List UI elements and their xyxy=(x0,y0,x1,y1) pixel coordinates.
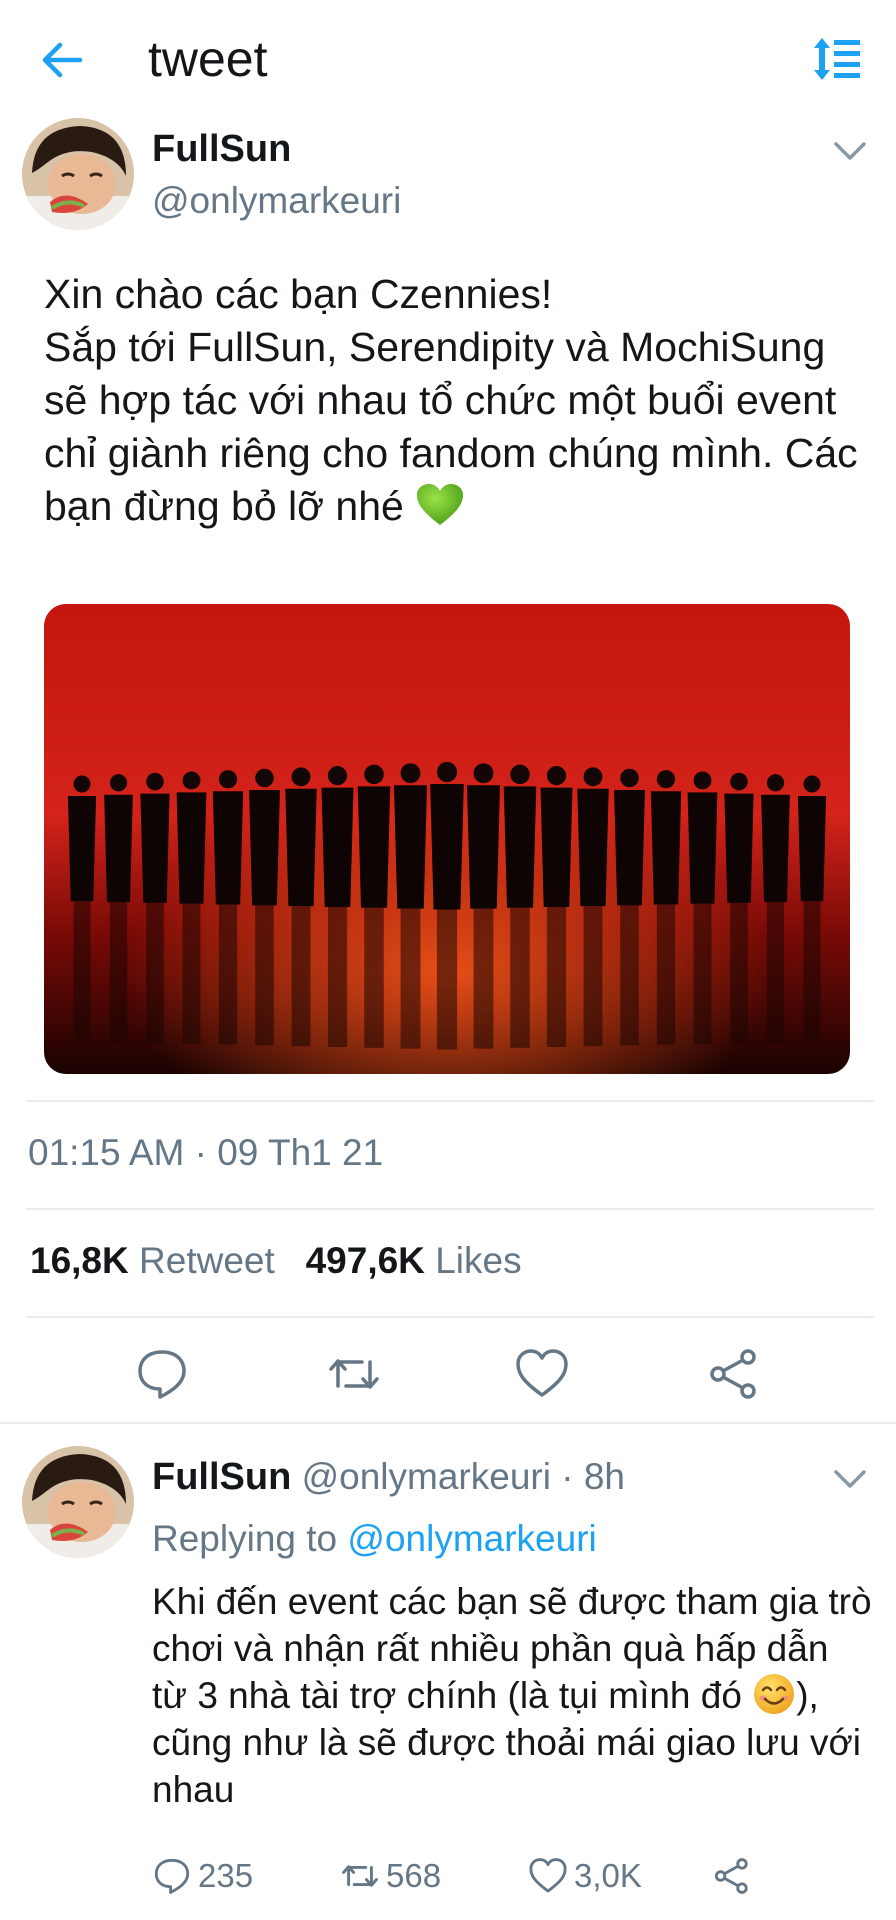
chevron-down-icon[interactable] xyxy=(830,1464,870,1494)
like-count: 3,0K xyxy=(574,1857,642,1894)
author-handle[interactable]: @onlymarkeuri xyxy=(152,180,401,222)
reply-icon xyxy=(154,1858,190,1894)
share-button[interactable] xyxy=(712,1856,752,1896)
top-bar: tweet xyxy=(0,0,896,118)
tweet-timestamp: 01:15 AM · 09 Th1 21 xyxy=(28,1132,384,1173)
tweet-image[interactable] xyxy=(44,604,850,1074)
like-count[interactable]: 497,6K xyxy=(306,1240,425,1281)
tweet-actions xyxy=(0,1346,896,1428)
reply-actions: 235 568 3,0K xyxy=(0,1850,896,1910)
chevron-down-icon[interactable] xyxy=(830,136,870,166)
divider xyxy=(26,1316,874,1318)
share-icon[interactable] xyxy=(706,1346,762,1402)
page-title: tweet xyxy=(148,31,268,87)
tweet-stats: 16,8K Retweet 497,6K Likes xyxy=(30,1240,522,1282)
like-button[interactable]: 3,0K xyxy=(528,1856,642,1896)
smiling-face-icon xyxy=(754,1674,795,1714)
reply-count: 235 xyxy=(198,1857,254,1894)
replying-handle-link[interactable]: @onlymarkeuri xyxy=(347,1518,596,1559)
like-icon xyxy=(529,1858,567,1893)
like-label[interactable]: Likes xyxy=(435,1240,521,1281)
sort-icon[interactable] xyxy=(812,36,862,82)
retweet-button[interactable]: 568 xyxy=(340,1856,441,1896)
arrow-left-icon[interactable] xyxy=(36,34,88,86)
retweet-label[interactable]: Retweet xyxy=(139,1240,275,1281)
reply-text: Khi đến event các bạn sẽ được tham gia t… xyxy=(152,1578,872,1813)
retweet-icon xyxy=(342,1865,378,1887)
divider xyxy=(26,1100,874,1102)
share-icon xyxy=(714,1858,748,1894)
divider xyxy=(26,1208,874,1210)
retweet-count: 568 xyxy=(386,1857,442,1894)
reply-meta[interactable]: @onlymarkeuri · 8h xyxy=(302,1456,625,1497)
reply-header: FullSun @onlymarkeuri · 8h xyxy=(152,1456,625,1499)
divider xyxy=(0,1422,896,1424)
reply-button[interactable]: 235 xyxy=(152,1856,253,1896)
replying-label: Replying to xyxy=(152,1518,338,1559)
avatar[interactable] xyxy=(22,118,134,230)
tweet-text: Xin chào các bạn Czennies! Sắp tới FullS… xyxy=(44,268,864,533)
retweet-count[interactable]: 16,8K xyxy=(30,1240,129,1281)
replying-to: Replying to @onlymarkeuri xyxy=(152,1518,597,1560)
author-name[interactable]: FullSun xyxy=(152,128,291,171)
like-icon[interactable] xyxy=(514,1346,570,1402)
avatar[interactable] xyxy=(22,1446,134,1558)
tweet-text-line1: Xin chào các bạn Czennies! xyxy=(44,271,553,317)
retweet-icon[interactable] xyxy=(326,1346,382,1402)
reply-author-name[interactable]: FullSun xyxy=(152,1456,291,1498)
green-heart-icon xyxy=(417,484,464,525)
reply-icon[interactable] xyxy=(134,1346,190,1402)
